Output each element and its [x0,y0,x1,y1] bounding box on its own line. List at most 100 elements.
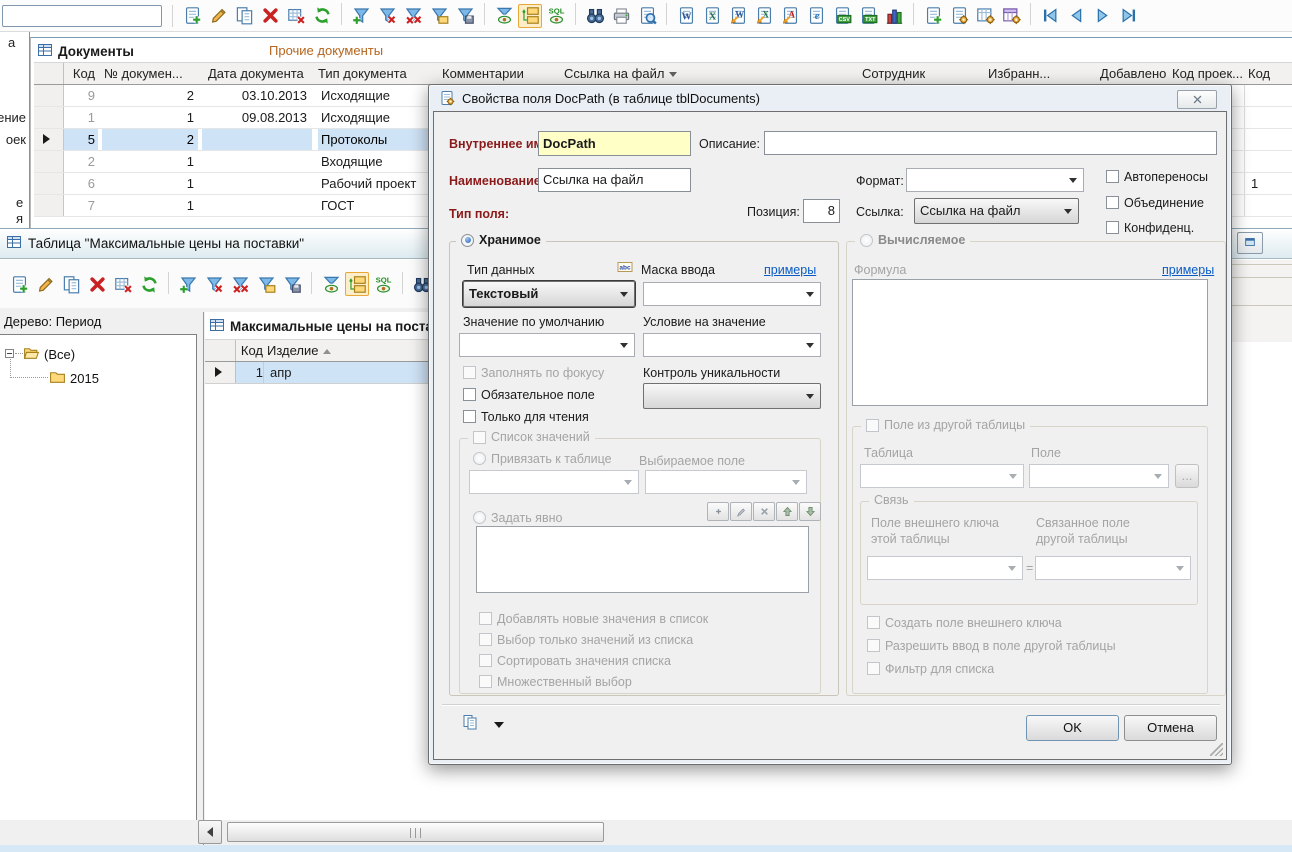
default-value-dropdown[interactable] [459,333,635,357]
col-header-num[interactable]: № докумен... [104,63,183,84]
tree-panels-icon[interactable] [518,4,542,28]
record-gear-icon[interactable] [947,4,971,28]
excel-template-icon[interactable]: X [752,4,776,28]
delete-record-icon[interactable] [258,4,282,28]
value-condition-dropdown[interactable] [643,333,821,357]
description-input[interactable] [764,131,1217,155]
format-dropdown[interactable] [906,168,1084,192]
scrollbar-grip [410,828,422,838]
filter-folder-icon[interactable] [427,4,451,28]
nav-next-icon[interactable] [1090,4,1114,28]
toolbar-combobox[interactable] [2,5,162,27]
close-button[interactable] [1177,90,1217,109]
col-header-date[interactable]: Дата документа [208,63,304,84]
stored-radio[interactable] [461,234,474,247]
export-html-icon[interactable]: e [804,4,828,28]
tree-node-all[interactable]: (Все) [44,347,75,362]
filter-add-icon[interactable] [176,272,200,296]
nav-prev-icon[interactable] [1064,4,1088,28]
merge-checkbox[interactable] [1106,196,1119,209]
copy-properties-icon[interactable] [462,714,478,730]
confidential-checkbox[interactable] [1106,221,1119,234]
filter-delete-icon[interactable] [375,4,399,28]
cancel-button[interactable]: Отмена [1124,715,1217,741]
copy-record-icon[interactable] [59,272,83,296]
data-type-dropdown[interactable]: Текстовый [463,281,635,307]
table-gear-icon[interactable] [973,4,997,28]
export-word-icon[interactable]: W [674,4,698,28]
word-template-icon[interactable]: W [726,4,750,28]
display-name-input[interactable]: Ссылка на файл [538,168,691,192]
tree-node-2015[interactable]: 2015 [70,371,99,386]
delete-table-row-icon[interactable] [111,272,135,296]
copy-record-icon[interactable] [232,4,256,28]
export-rtf-icon[interactable]: A [778,4,802,28]
readonly-checkbox[interactable] [463,410,476,423]
nav-last-icon[interactable] [1116,4,1140,28]
sql-eye-icon[interactable]: SQL [371,272,395,296]
add-record-icon[interactable] [180,4,204,28]
delete-table-row-icon[interactable] [284,4,308,28]
ok-button[interactable]: OK [1026,715,1119,741]
filter-save-icon[interactable] [280,272,304,296]
col-header-type[interactable]: Тип документа [318,63,407,84]
copy-dropdown-arrow[interactable] [494,722,504,728]
col-header-comment[interactable]: Комментарии [442,63,524,84]
print-icon[interactable] [609,4,633,28]
filter-delete-all-icon[interactable] [401,4,425,28]
tree-expander[interactable] [5,349,14,358]
filter-eye-icon[interactable] [319,272,343,296]
col-header-file-link[interactable]: Ссылка на файл [564,63,677,84]
prices-row[interactable]: 1 апр [205,362,428,384]
col-header-added[interactable]: Добавлено [1100,63,1166,84]
filter-save-icon[interactable] [453,4,477,28]
window-control-button[interactable] [1237,232,1263,254]
filter-delete-all-icon[interactable] [228,272,252,296]
formula-examples-link[interactable]: примеры [1162,263,1214,277]
link-dropdown[interactable]: Ссылка на файл [914,198,1079,224]
sql-eye-icon[interactable]: SQL [544,4,568,28]
preview-icon[interactable] [635,4,659,28]
view-gear-icon[interactable] [999,4,1023,28]
explicit-values-listbox[interactable] [476,526,809,593]
tree-panels-icon[interactable] [345,272,369,296]
mask-examples-link[interactable]: примеры [764,263,816,277]
col-header-kod[interactable]: Код [64,63,98,84]
formula-textarea[interactable] [852,279,1208,406]
filter-delete-icon[interactable] [202,272,226,296]
refresh-icon[interactable] [310,4,334,28]
col-header-kod2[interactable]: Код [1248,63,1288,84]
horizontal-scrollbar-thumb[interactable] [227,822,604,842]
edit-record-icon[interactable] [33,272,57,296]
find-icon[interactable] [583,4,607,28]
export-excel-icon[interactable]: X [700,4,724,28]
required-checkbox[interactable] [463,388,476,401]
nav-first-icon[interactable] [1038,4,1062,28]
position-input[interactable]: 8 [803,199,840,223]
uniqueness-dropdown[interactable] [643,383,821,409]
delete-record-icon[interactable] [85,272,109,296]
autowrap-checkbox[interactable] [1106,170,1119,183]
col-header-favorite[interactable]: Избранн... [988,63,1050,84]
dialog-titlebar[interactable]: Свойства поля DocPath (в таблице tblDocu… [429,85,1231,111]
table-grid-icon [209,317,225,336]
add-record-icon[interactable] [7,272,31,296]
filter-eye-icon[interactable] [492,4,516,28]
mask-dropdown[interactable] [643,282,821,306]
col-header-project[interactable]: Код проек... [1172,63,1243,84]
refresh-icon[interactable] [137,272,161,296]
export-txt-icon[interactable]: TXT [856,4,880,28]
resize-grip[interactable] [1210,743,1223,756]
filter-folder-icon[interactable] [254,272,278,296]
filter-add-icon[interactable] [349,4,373,28]
edit-record-icon[interactable] [206,4,230,28]
export-csv-icon[interactable]: CSV [830,4,854,28]
col-header-employee[interactable]: Сотрудник [862,63,925,84]
documents-subtitle[interactable]: Прочие документы [269,43,383,58]
record-add-icon[interactable] [921,4,945,28]
internal-name-input[interactable]: DocPath [538,131,691,156]
scroll-left-button[interactable] [198,820,222,844]
col-header-item[interactable]: Изделие [267,340,331,361]
chart-icon[interactable] [882,4,906,28]
col-header-kod[interactable]: Код [236,340,263,361]
